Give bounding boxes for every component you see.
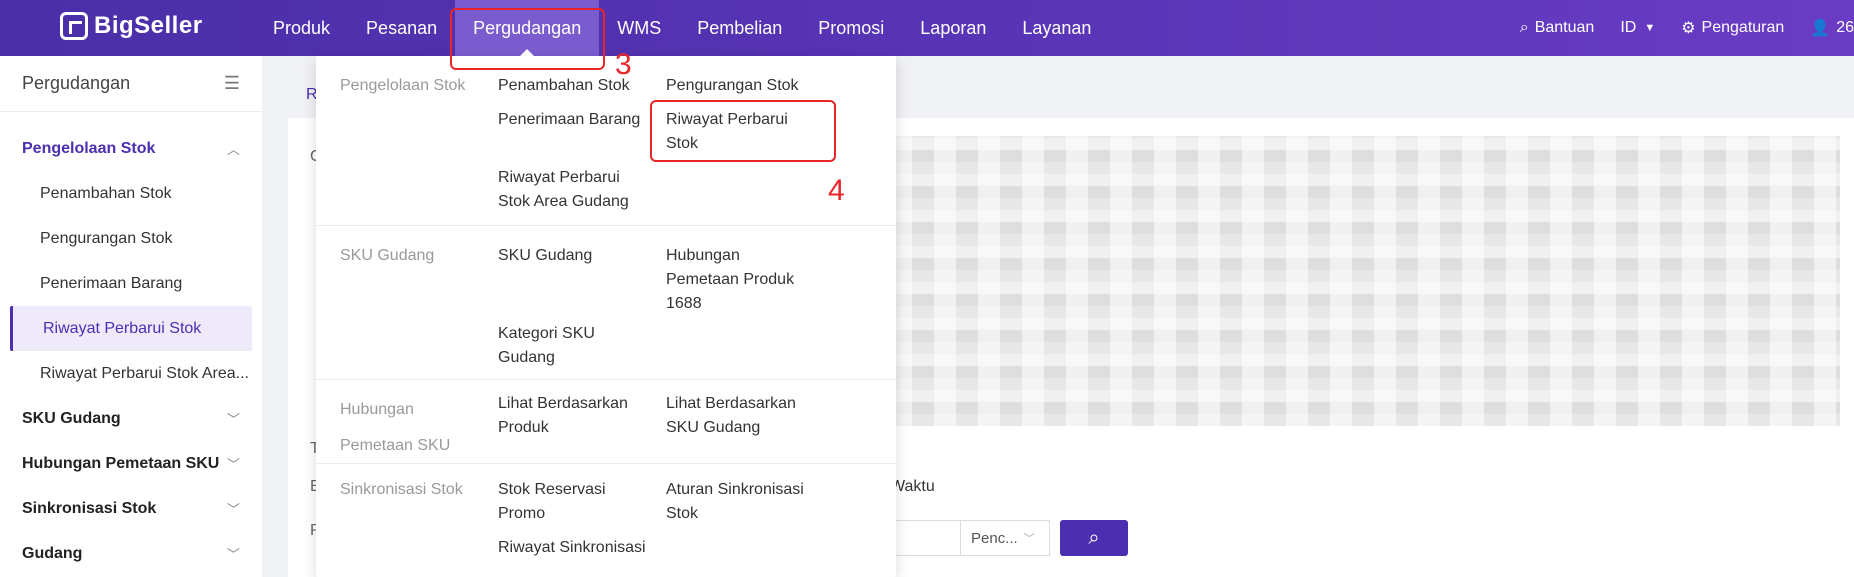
gear-icon: ⚙: [1681, 20, 1696, 37]
logo-icon: [60, 12, 88, 40]
annotation-box-step4: [650, 100, 836, 162]
sidebar-title: Pergudangan ☰: [0, 56, 262, 112]
nav-produk[interactable]: Produk: [255, 0, 348, 56]
nav-right: ⌕ Bantuan ID ▼ ⚙ Pengaturan 👤 26: [1494, 0, 1854, 56]
sidebar-group-gudang[interactable]: Gudang ﹀: [0, 531, 262, 576]
chevron-down-icon: ﹀: [226, 547, 240, 562]
annotation-number-3: 3: [615, 48, 632, 81]
sidebar-item-penerimaan-barang[interactable]: Penerimaan Barang: [0, 261, 262, 306]
filter-waktu-label[interactable]: Waktu: [890, 478, 935, 496]
caret-down-icon: ▼: [1644, 22, 1656, 34]
sidebar-item-riwayat-perbarui-stok[interactable]: Riwayat Perbarui Stok: [10, 306, 252, 351]
sidebar-item-pengurangan-stok[interactable]: Pengurangan Stok: [0, 216, 262, 261]
help-link[interactable]: ⌕ Bantuan: [1520, 19, 1595, 37]
chevron-down-icon: ﹀: [226, 457, 240, 472]
nav-layanan[interactable]: Layanan: [1004, 0, 1109, 56]
dropdown-section-sku-gudang: SKU Gudang SKU Gudang Hubungan Pemetaan …: [316, 226, 896, 380]
search-type-select[interactable]: Penc... ﹀: [960, 520, 1050, 556]
menu-stok-reservasi-promo[interactable]: Stok Reservasi Promo: [498, 478, 618, 526]
collapse-sidebar-icon[interactable]: ☰: [224, 73, 240, 94]
user-menu[interactable]: 👤 26: [1810, 18, 1854, 38]
menu-penerimaan-barang[interactable]: Penerimaan Barang: [498, 108, 640, 132]
search-icon: ⌕: [1088, 526, 1100, 549]
sidebar-item-riwayat-perbarui-stok-area[interactable]: Riwayat Perbarui Stok Area...: [0, 351, 262, 396]
menu-riwayat-perbarui-stok-area-gudang[interactable]: Riwayat Perbarui Stok Area Gudang: [498, 166, 648, 214]
menu-penambahan-stok[interactable]: Penambahan Stok: [498, 74, 630, 98]
sidebar-group-sinkronisasi-stok[interactable]: Sinkronisasi Stok ﹀: [0, 486, 262, 531]
chevron-down-icon: ﹀: [226, 502, 240, 517]
menu-hubungan-pemetaan-produk-1688[interactable]: Hubungan Pemetaan Produk 1688: [666, 244, 806, 316]
chevron-down-icon: ﹀: [226, 412, 240, 427]
nav-pesanan[interactable]: Pesanan: [348, 0, 455, 56]
user-icon: 👤: [1810, 20, 1831, 37]
menu-aturan-sinkronisasi-stok[interactable]: Aturan Sinkronisasi Stok: [666, 478, 816, 526]
menu-riwayat-sinkronisasi[interactable]: Riwayat Sinkronisasi: [498, 536, 646, 560]
sidebar: Pergudangan ☰ Pengelolaan Stok ︿ Penamba…: [0, 56, 262, 577]
sidebar-group-pengelolaan-stok[interactable]: Pengelolaan Stok ︿: [0, 126, 262, 171]
settings-link[interactable]: ⚙ Pengaturan: [1681, 18, 1784, 38]
sidebar-group-sku-gudang[interactable]: SKU Gudang ﹀: [0, 396, 262, 441]
dropdown-section-sinkronisasi-stok: Sinkronisasi Stok Stok Reservasi Promo A…: [316, 464, 896, 577]
nav-promosi[interactable]: Promosi: [800, 0, 902, 56]
main-nav: Produk Pesanan Pergudangan WMS Pembelian…: [255, 0, 1109, 56]
top-navbar: BigSeller Produk Pesanan Pergudangan WMS…: [0, 0, 1854, 56]
blurred-content: [890, 136, 1840, 426]
menu-pengurangan-stok[interactable]: Pengurangan Stok: [666, 74, 799, 98]
nav-wms[interactable]: WMS: [599, 0, 679, 56]
sidebar-group-hubungan-pemetaan-sku[interactable]: Hubungan Pemetaan SKU ﹀: [0, 441, 262, 486]
search-icon: ⌕: [1519, 19, 1529, 36]
annotation-box-step3: [450, 8, 605, 70]
language-select[interactable]: ID ▼: [1620, 19, 1655, 37]
chevron-down-icon: ﹀: [1023, 533, 1035, 545]
menu-lihat-berdasarkan-sku-gudang[interactable]: Lihat Berdasarkan SKU Gudang: [666, 392, 806, 440]
dropdown-section-hubungan-pemetaan-sku: Hubungan Pemetaan SKU Lihat Berdasarkan …: [316, 380, 896, 464]
annotation-number-4: 4: [828, 174, 845, 207]
bigseller-logo[interactable]: BigSeller: [60, 12, 203, 40]
nav-pembelian[interactable]: Pembelian: [679, 0, 800, 56]
menu-kategori-sku-gudang[interactable]: Kategori SKU Gudang: [498, 322, 608, 370]
nav-laporan[interactable]: Laporan: [902, 0, 1004, 56]
sidebar-item-penambahan-stok[interactable]: Penambahan Stok: [0, 171, 262, 216]
search-row: sal Penc... ﹀ ⌕: [868, 520, 1128, 556]
menu-lihat-berdasarkan-produk[interactable]: Lihat Berdasarkan Produk: [498, 392, 638, 440]
search-button[interactable]: ⌕: [1060, 520, 1128, 556]
chevron-up-icon: ︿: [226, 142, 240, 157]
menu-sku-gudang[interactable]: SKU Gudang: [498, 244, 592, 268]
